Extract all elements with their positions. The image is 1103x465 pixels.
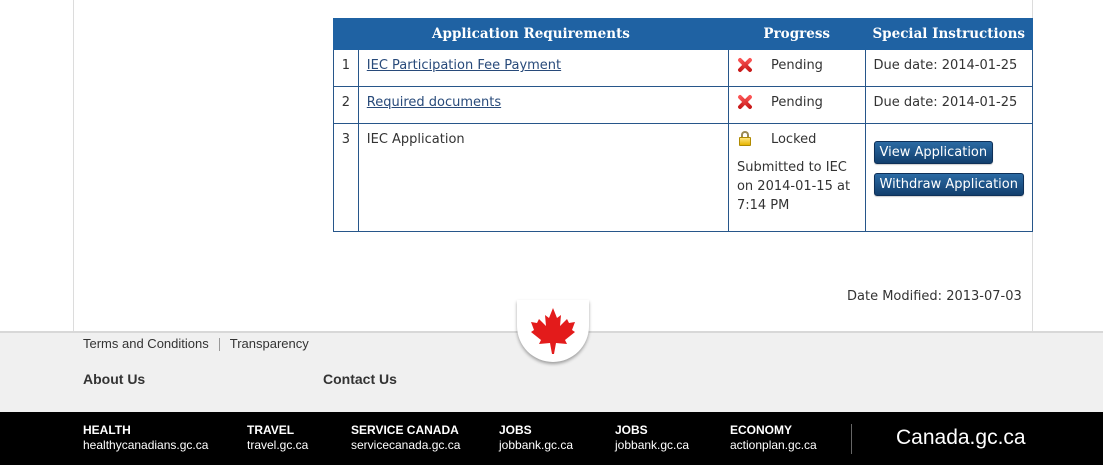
- progress-cell: Locked Submitted to IEC on 2014-01-15 at…: [727, 123, 866, 232]
- row-number: 2: [333, 86, 359, 124]
- instructions-cell: View Application Withdraw Application: [864, 123, 1033, 232]
- lock-icon: [737, 131, 753, 147]
- view-application-button[interactable]: View Application: [873, 141, 994, 164]
- footer-col-service-canada[interactable]: SERVICE CANADA servicecanada.gc.ca: [351, 423, 460, 453]
- transparency-link[interactable]: Transparency: [230, 336, 309, 351]
- x-icon: [737, 94, 753, 110]
- footer-col-jobs-2[interactable]: JOBS jobbank.gc.ca: [615, 423, 689, 453]
- footer-col-economy[interactable]: ECONOMY actionplan.gc.ca: [730, 423, 817, 453]
- header-progress: Progress: [727, 18, 866, 50]
- link-separator: [218, 338, 220, 351]
- footer-col-title: ECONOMY: [730, 423, 793, 437]
- maple-leaf-icon: [531, 308, 575, 354]
- footer-col-url: healthycanadians.gc.ca: [83, 438, 209, 452]
- required-documents-link[interactable]: Required documents: [367, 95, 501, 110]
- footer-col-title: HEALTH: [83, 423, 131, 437]
- requirement-cell: IEC Participation Fee Payment: [357, 49, 729, 87]
- requirements-table: Application Requirements Progress Specia…: [333, 18, 1033, 232]
- footer-col-title: TRAVEL: [247, 423, 295, 437]
- footer-links: Terms and Conditions Transparency: [83, 336, 309, 351]
- footer-col-url: servicecanada.gc.ca: [351, 438, 461, 452]
- x-icon: [737, 57, 753, 73]
- due-date: Due date: 2014-01-25: [864, 49, 1033, 87]
- table-header-row: Application Requirements Progress Specia…: [333, 18, 1033, 50]
- header-instructions: Special Instructions: [864, 18, 1033, 50]
- about-us-link[interactable]: About Us: [83, 371, 145, 387]
- submitted-text: Submitted to IEC on 2014-01-15 at 7:14 P…: [736, 160, 851, 213]
- status-text: Pending: [770, 57, 823, 73]
- footer-dark: HEALTH healthycanadians.gc.ca TRAVEL tra…: [0, 412, 1103, 465]
- due-date: Due date: 2014-01-25: [864, 86, 1033, 124]
- footer-col-health[interactable]: HEALTH healthycanadians.gc.ca: [83, 423, 208, 453]
- table-row: 3 IEC Application Locked Submitted to IE…: [333, 123, 1033, 232]
- fee-payment-link[interactable]: IEC Participation Fee Payment: [367, 58, 561, 73]
- footer-col-url: jobbank.gc.ca: [499, 438, 574, 452]
- canada-gc-ca-link[interactable]: Canada.gc.ca: [896, 426, 1026, 450]
- row-number: 3: [333, 123, 359, 232]
- withdraw-application-button[interactable]: Withdraw Application: [873, 173, 1024, 196]
- footer-col-url: actionplan.gc.ca: [730, 438, 817, 452]
- table-row: 1 IEC Participation Fee Payment Pending …: [333, 49, 1033, 87]
- requirement-cell: IEC Application: [357, 123, 729, 232]
- footer-col-travel[interactable]: TRAVEL travel.gc.ca: [247, 423, 308, 453]
- progress-cell: Pending: [727, 86, 866, 124]
- header-requirements: Application Requirements: [333, 18, 729, 50]
- date-modified: Date Modified: 2013-07-03: [847, 289, 1022, 304]
- footer-col-title: JOBS: [615, 423, 648, 437]
- footer-divider: [851, 424, 852, 454]
- footer-col-title: SERVICE CANADA: [351, 423, 459, 437]
- status-text: Pending: [770, 94, 823, 110]
- table-row: 2 Required documents Pending Due date: 2…: [333, 86, 1033, 124]
- footer-col-url: travel.gc.ca: [247, 438, 309, 452]
- row-number: 1: [333, 49, 359, 87]
- terms-link[interactable]: Terms and Conditions: [83, 336, 209, 351]
- footer-col-jobs[interactable]: JOBS jobbank.gc.ca: [499, 423, 573, 453]
- requirement-cell: Required documents: [357, 86, 729, 124]
- status-text: Locked: [770, 131, 817, 147]
- progress-cell: Pending: [727, 49, 866, 87]
- contact-us-link[interactable]: Contact Us: [323, 371, 397, 387]
- footer-col-url: jobbank.gc.ca: [615, 438, 690, 452]
- footer-col-title: JOBS: [499, 423, 532, 437]
